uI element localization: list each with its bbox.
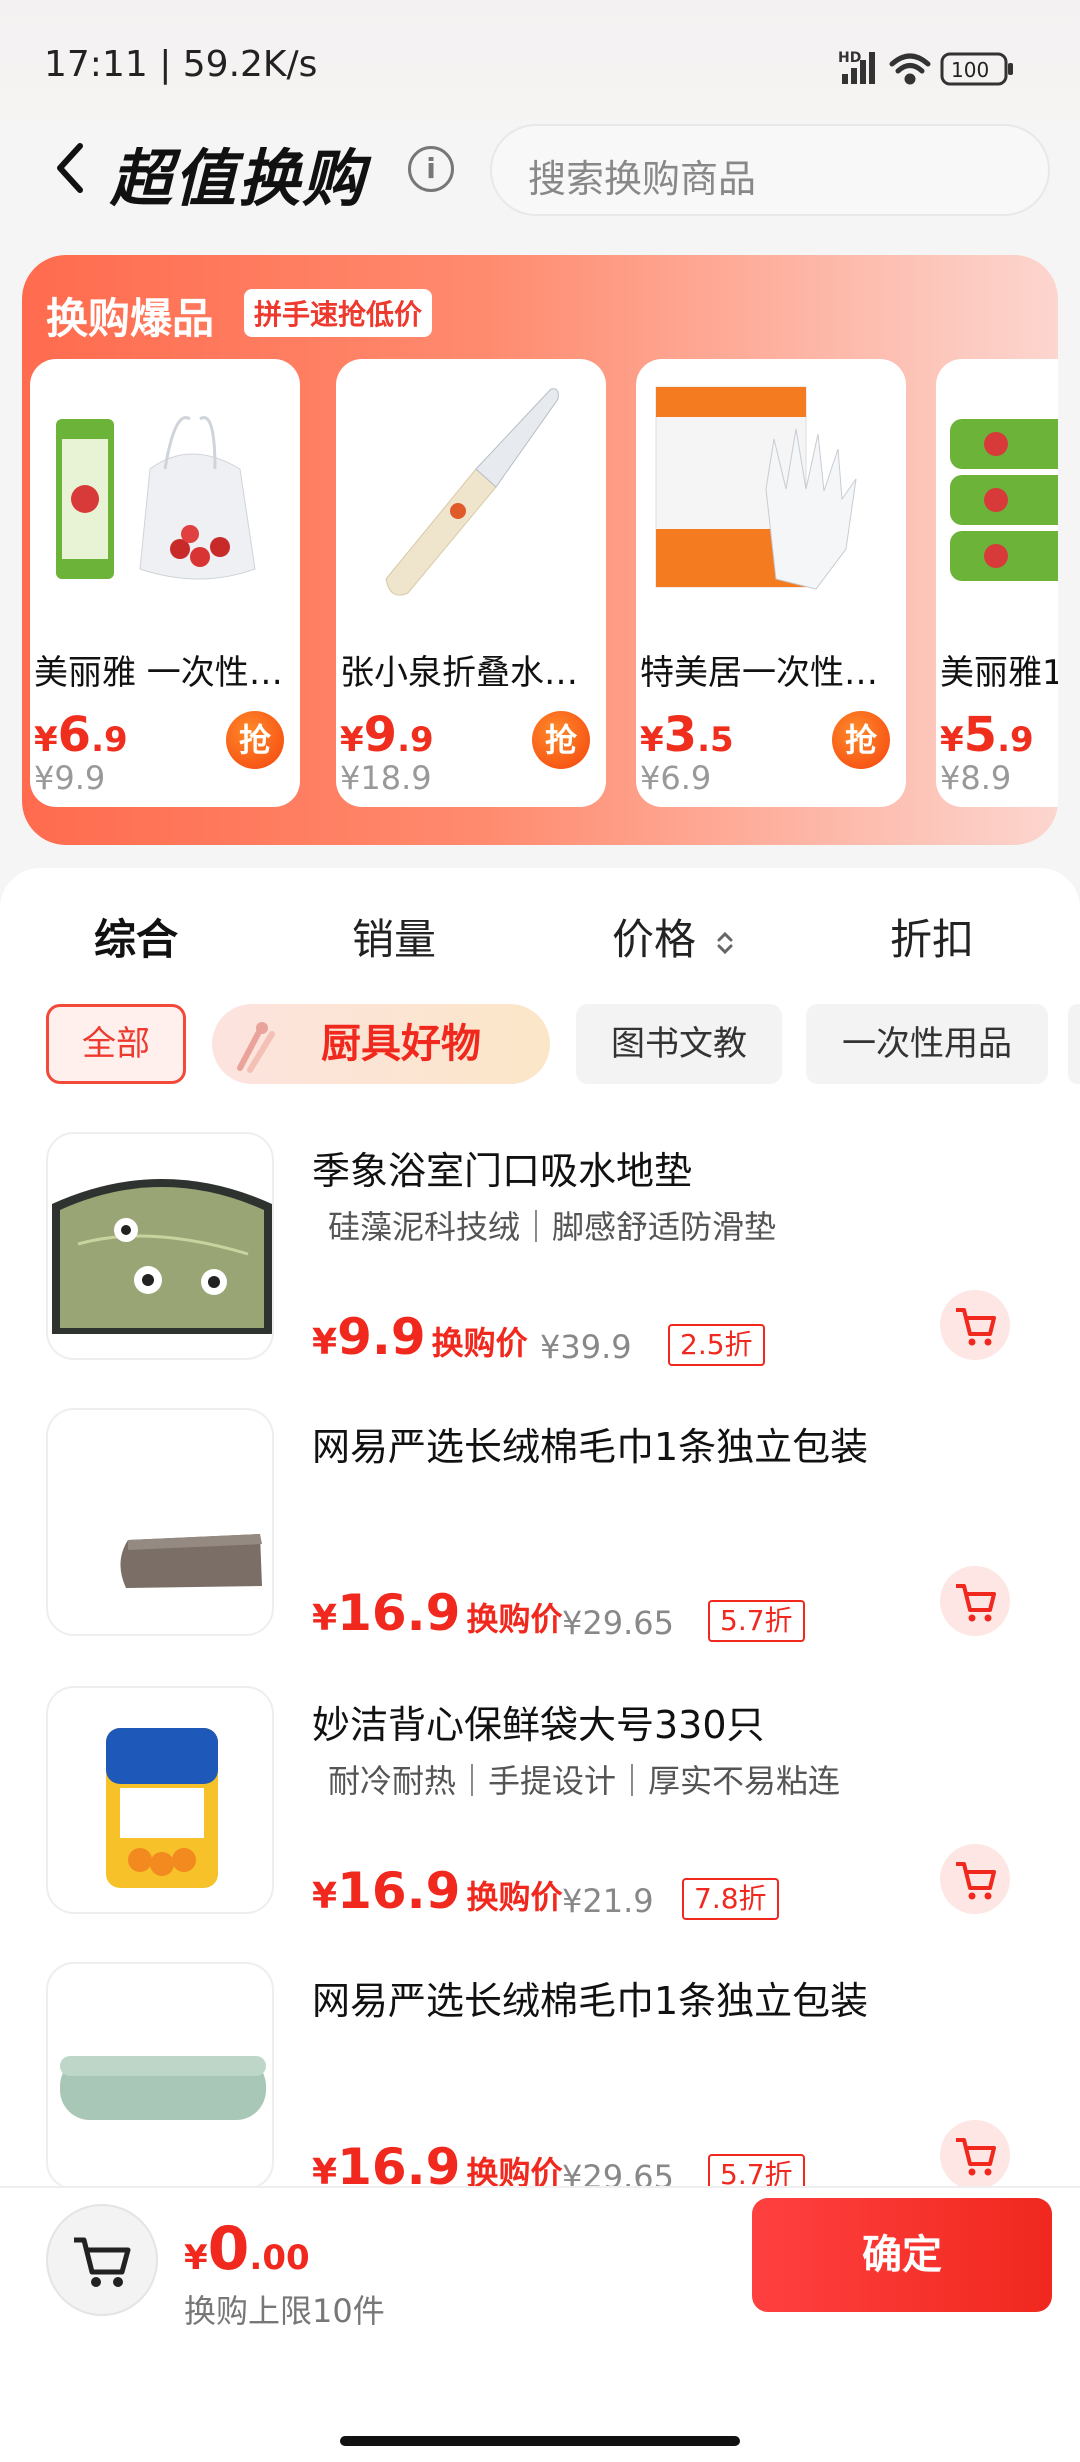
cart-icon: [956, 2138, 996, 2176]
search-placeholder: 搜索换购商品: [528, 157, 757, 201]
discount-badge: 7.8折: [682, 1878, 779, 1920]
grab-button[interactable]: 抢: [532, 711, 590, 769]
product-thumbnail: [46, 1408, 274, 1636]
status-time: 17:11 | 59.2K/s: [44, 44, 318, 85]
discount-badge: 2.5折: [668, 1324, 765, 1366]
search-input[interactable]: 搜索换购商品: [490, 124, 1050, 216]
chevron-left-icon: [57, 143, 83, 193]
chip-books[interactable]: 图书文教: [576, 1004, 782, 1084]
grab-button[interactable]: 抢: [226, 711, 284, 769]
cart-icon: [956, 1862, 996, 1900]
hot-deals-tag: 拼手速抢低价: [244, 289, 433, 337]
cart-button[interactable]: [46, 2204, 158, 2316]
product-name: 美丽雅1: [940, 653, 1058, 693]
product-image: [346, 379, 596, 599]
wifi-icon: [889, 53, 931, 85]
product-name: 张小泉折叠水果刀: [340, 653, 602, 693]
sort-tab-price-label: 价格: [612, 915, 697, 964]
info-icon[interactable]: i: [408, 146, 454, 192]
product-exchange-price: ¥16.9 换购价: [312, 1584, 563, 1642]
add-to-cart-button[interactable]: [940, 2120, 1010, 2190]
add-to-cart-button[interactable]: [940, 1290, 1010, 1360]
cart-icon: [956, 1584, 996, 1622]
chip-all[interactable]: 全部: [46, 1004, 186, 1084]
kitchen-utensils-icon: [237, 1022, 275, 1073]
product-exchange-price: ¥16.9 换购价: [312, 1862, 563, 1920]
signal-icon: HD: [838, 50, 875, 84]
product-original-price: ¥39.9: [540, 1328, 632, 1366]
hot-product-card[interactable]: 张小泉折叠水果刀 ¥9.9 ¥18.9 抢: [336, 359, 606, 807]
product-price: ¥6.9: [34, 707, 128, 763]
chip-kitchen-label: 厨具好物: [321, 1021, 481, 1067]
sort-tab-overall[interactable]: 综合: [94, 906, 178, 967]
hot-product-card[interactable]: 特美居一次性手套 ¥3.5 ¥6.9 抢: [636, 359, 906, 807]
hot-product-card[interactable]: 美丽雅1 ¥5.9 ¥8.9: [936, 359, 1058, 807]
product-original-price: ¥8.9: [940, 759, 1012, 797]
bottom-checkout-bar: ¥0.00 换购上限10件 确定: [0, 2186, 1080, 2462]
product-row[interactable]: 网易严选长绒棉毛巾1条独立包装 ¥16.9 换购价 ¥29.65 5.7折: [0, 1408, 1080, 1678]
grab-button[interactable]: 抢: [832, 711, 890, 769]
product-original-price: ¥18.9: [340, 759, 432, 797]
product-name: 美丽雅 一次性保鲜袋: [34, 653, 296, 693]
cart-icon: [956, 1308, 996, 1346]
product-name: 季象浴室门口吸水地垫: [312, 1149, 693, 1193]
product-original-price: ¥9.9: [34, 759, 106, 797]
hot-product-card[interactable]: 美丽雅 一次性保鲜袋 ¥6.9 ¥9.9 抢: [30, 359, 300, 807]
sort-tab-discount[interactable]: 折扣: [890, 906, 974, 967]
product-name: 网易严选长绒棉毛巾1条独立包装: [312, 1979, 869, 2023]
hot-deals-title: 换购爆品: [46, 294, 215, 343]
product-thumbnail: [46, 1686, 274, 1914]
chip-kitchen[interactable]: 厨具好物: [212, 1004, 550, 1084]
cart-icon: [74, 2237, 131, 2287]
back-button[interactable]: [50, 138, 90, 198]
product-row[interactable]: 妙洁背心保鲜袋大号330只 耐冷耐热｜手提设计｜厚实不易粘连 ¥16.9 换购价 …: [0, 1686, 1080, 1956]
total-price: ¥0.00: [184, 2214, 310, 2284]
product-name: 特美居一次性手套: [640, 653, 902, 693]
product-name: 妙洁背心保鲜袋大号330只: [312, 1703, 765, 1747]
battery-icon: 100: [940, 52, 1013, 86]
product-image: [946, 379, 1058, 599]
product-original-price: ¥6.9: [640, 759, 712, 797]
svg-text:HD: HD: [838, 50, 861, 66]
chip-disposables[interactable]: 一次性用品: [806, 1004, 1048, 1084]
product-row[interactable]: 季象浴室门口吸水地垫 硅藻泥科技绒｜脚感舒适防滑垫 ¥9.9 换购价 ¥39.9 …: [0, 1132, 1080, 1402]
status-icons: HD 100: [838, 46, 1038, 94]
sort-tab-price[interactable]: 价格: [612, 906, 737, 967]
product-thumbnail: [46, 1132, 274, 1360]
exchange-limit: 换购上限10件: [184, 2292, 385, 2330]
product-image: [40, 379, 290, 599]
product-original-price: ¥21.9: [562, 1882, 654, 1920]
product-price: ¥3.5: [640, 707, 734, 763]
discount-badge: 5.7折: [708, 1600, 805, 1642]
sort-tab-sales[interactable]: 销量: [352, 906, 436, 967]
svg-text:100: 100: [951, 58, 989, 82]
product-price: ¥9.9: [340, 707, 434, 763]
confirm-button[interactable]: 确定: [752, 2198, 1052, 2312]
hot-deals-panel: 换购爆品 拼手速抢低价 美丽雅 一次性保鲜袋 ¥6.9 ¥9.9 抢: [22, 255, 1058, 845]
product-description: 耐冷耐热｜手提设计｜厚实不易粘连: [328, 1762, 841, 1800]
chip-more[interactable]: [1068, 1004, 1080, 1084]
product-name: 网易严选长绒棉毛巾1条独立包装: [312, 1425, 869, 1469]
product-exchange-price: ¥9.9 换购价: [312, 1308, 528, 1366]
product-description: 硅藻泥科技绒｜脚感舒适防滑垫: [328, 1208, 777, 1246]
sort-arrows-icon: [717, 931, 733, 954]
product-original-price: ¥29.65: [562, 1604, 674, 1642]
page-title: 超值换购: [110, 142, 367, 215]
add-to-cart-button[interactable]: [940, 1844, 1010, 1914]
home-indicator[interactable]: [340, 2436, 740, 2446]
product-price: ¥5.9: [940, 707, 1034, 763]
product-thumbnail: [46, 1962, 274, 2190]
product-image: [646, 379, 896, 599]
add-to-cart-button[interactable]: [940, 1566, 1010, 1636]
